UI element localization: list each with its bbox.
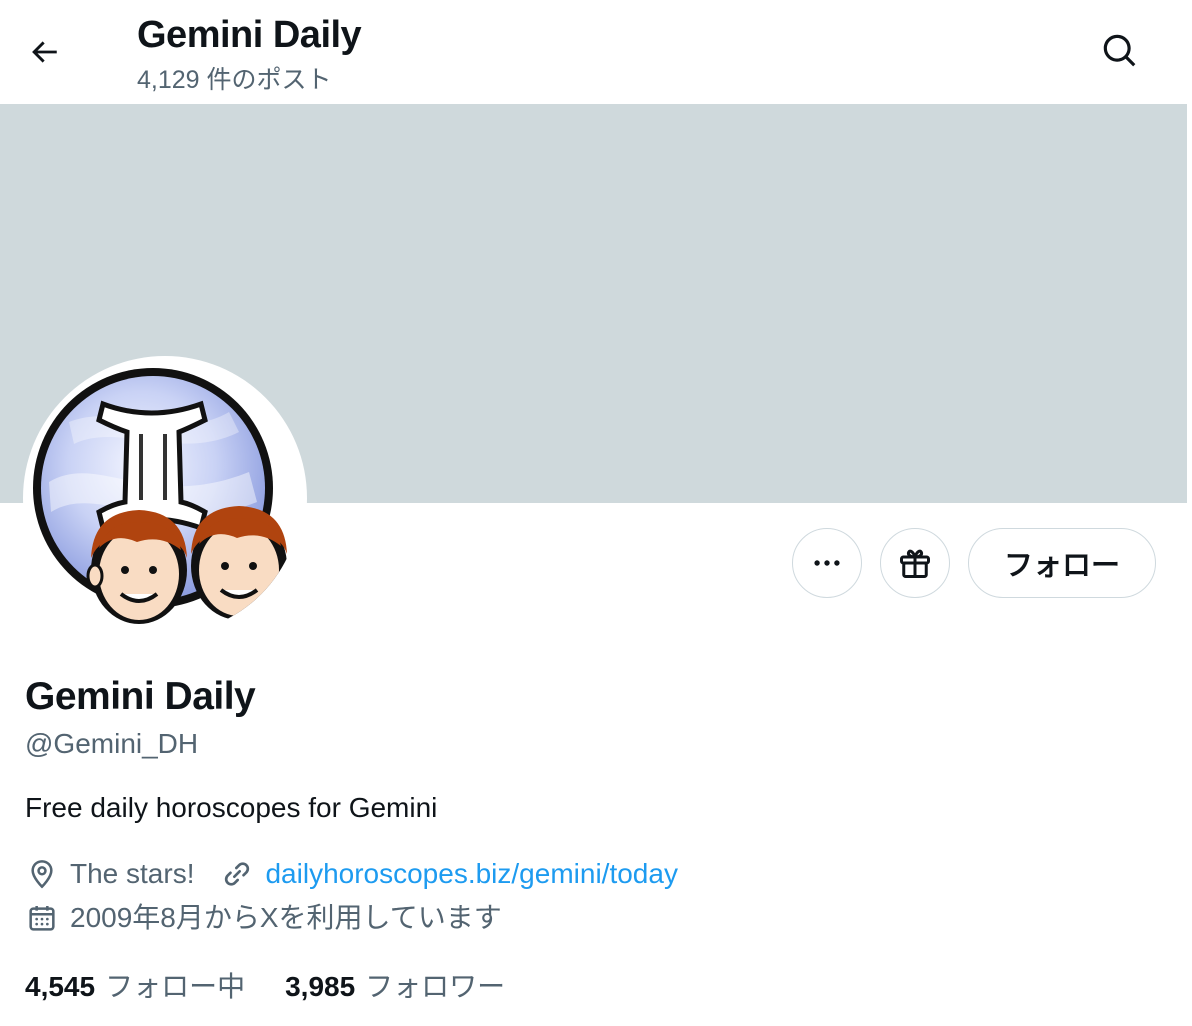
more-button[interactable] bbox=[792, 528, 862, 598]
arrow-left-icon bbox=[32, 41, 57, 63]
follow-stats: 4,545 フォロー中 3,985 フォロワー bbox=[25, 970, 545, 1004]
user-handle: @Gemini_DH bbox=[25, 728, 199, 759]
gift-button[interactable] bbox=[880, 528, 950, 598]
follow-button[interactable]: フォロー bbox=[968, 528, 1156, 598]
followers-count: 3,985 bbox=[285, 971, 356, 1002]
following-link[interactable]: 4,545 フォロー中 bbox=[25, 970, 245, 1004]
avatar[interactable] bbox=[29, 362, 301, 634]
location-pin-icon bbox=[25, 857, 59, 891]
profile-meta-location-website: The stars! dailyhoroscopes.biz/gemini/to… bbox=[25, 857, 678, 891]
bio: Free daily horoscopes for Gemini bbox=[25, 792, 438, 823]
link-icon bbox=[220, 857, 254, 891]
following-label: フォロー中 bbox=[105, 971, 246, 1002]
gemini-twins-avatar-icon bbox=[29, 362, 301, 634]
location-text: The stars! bbox=[70, 858, 195, 889]
joined-date: 2009年8月からXを利用しています bbox=[70, 902, 502, 933]
header-title: Gemini Daily bbox=[137, 14, 362, 56]
search-icon bbox=[1103, 34, 1136, 67]
post-count: 4,129 件のポスト bbox=[137, 66, 332, 94]
followers-label: フォロワー bbox=[365, 971, 506, 1002]
calendar-icon bbox=[25, 901, 59, 935]
following-count: 4,545 bbox=[25, 971, 96, 1002]
display-name: Gemini Daily bbox=[25, 675, 256, 718]
back-button[interactable] bbox=[16, 24, 72, 80]
top-bar: Gemini Daily 4,129 件のポスト bbox=[0, 0, 1192, 104]
search-button[interactable] bbox=[1092, 23, 1148, 79]
gift-icon bbox=[900, 549, 930, 578]
more-dots-icon bbox=[814, 560, 840, 566]
profile-meta-joined: 2009年8月からXを利用しています bbox=[25, 901, 502, 935]
followers-link[interactable]: 3,985 フォロワー bbox=[285, 970, 505, 1004]
website-link[interactable]: dailyhoroscopes.biz/gemini/today bbox=[265, 857, 677, 891]
